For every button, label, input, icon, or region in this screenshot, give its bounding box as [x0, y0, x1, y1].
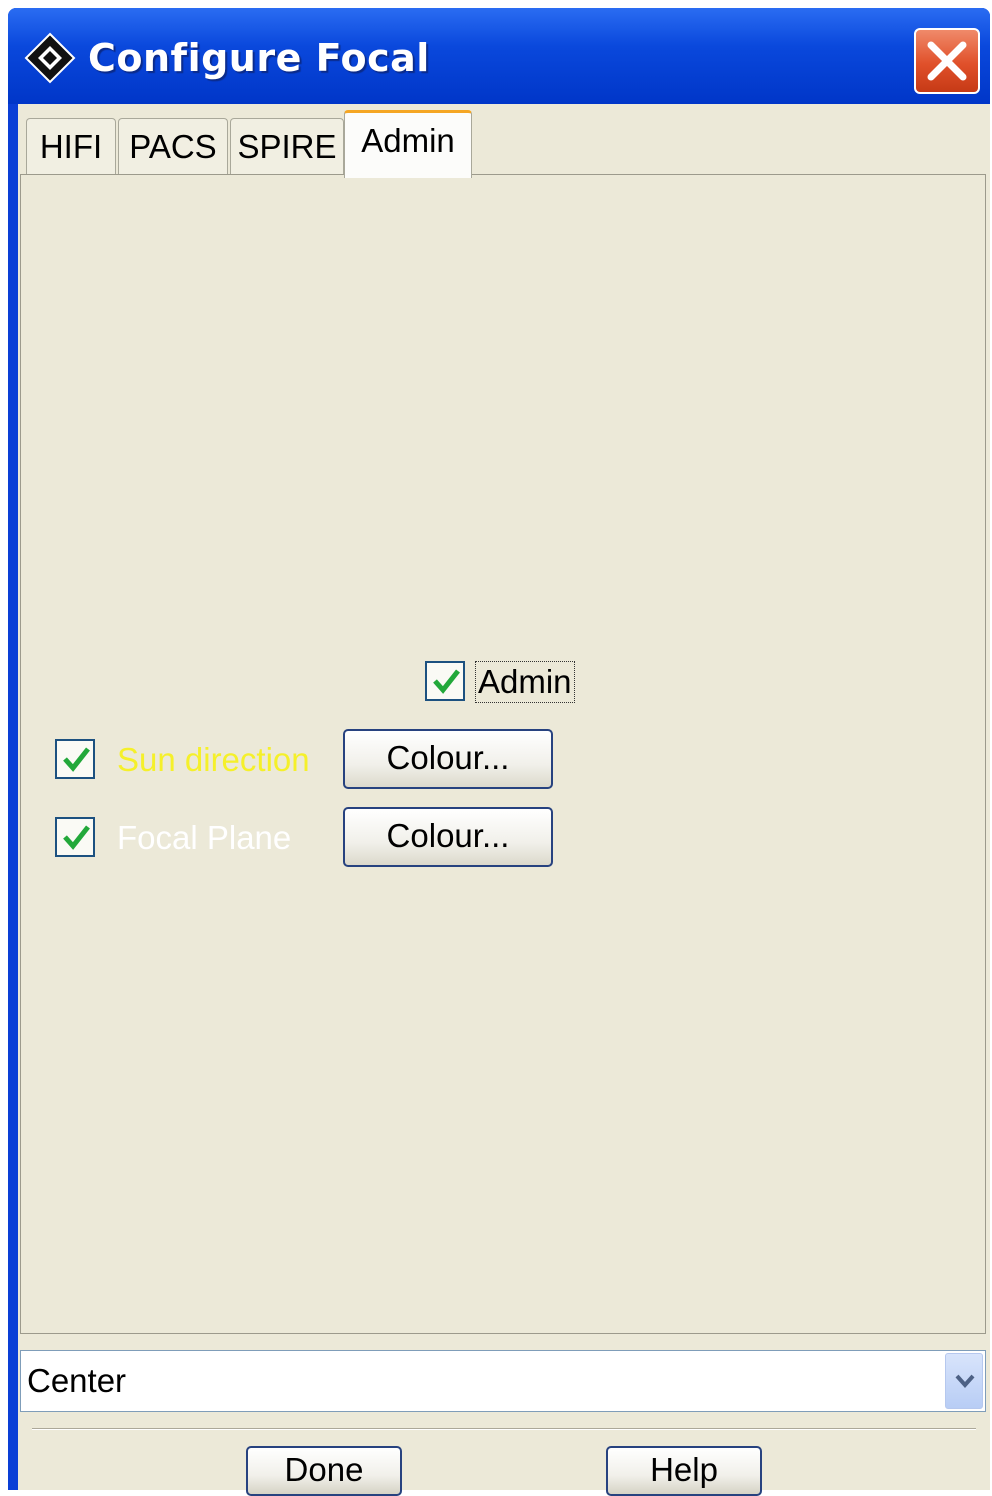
close-button[interactable] — [914, 28, 980, 94]
app-diamond-icon — [24, 32, 76, 84]
checkmark-icon — [63, 825, 90, 850]
dialog-content: HIFI PACS SPIRE Admin Admin Sun directio… — [18, 104, 990, 1496]
admin-checkbox[interactable] — [425, 661, 465, 701]
tab-spire[interactable]: SPIRE — [230, 118, 344, 174]
checkmark-icon — [63, 747, 90, 772]
help-button[interactable]: Help — [606, 1446, 762, 1496]
checkmark-icon — [433, 669, 460, 694]
tab-pacs[interactable]: PACS — [118, 118, 228, 174]
position-select-dropdown-button[interactable] — [945, 1353, 983, 1409]
tab-strip: HIFI PACS SPIRE Admin — [18, 104, 990, 178]
focal-plane-label: Focal Plane — [117, 819, 292, 856]
admin-tab-panel: Admin Sun direction Colour... Focal Plan… — [20, 174, 986, 1334]
admin-checkbox-label[interactable]: Admin — [475, 661, 575, 703]
title-bar[interactable]: Configure Focal — [8, 8, 990, 104]
tab-hifi[interactable]: HIFI — [26, 118, 116, 174]
focal-plane-colour-button[interactable]: Colour... — [343, 807, 553, 867]
sun-direction-colour-button[interactable]: Colour... — [343, 729, 553, 789]
position-select[interactable]: Center — [20, 1350, 986, 1412]
sun-direction-label: Sun direction — [117, 741, 310, 778]
dialog-window: Configure Focal HIFI PACS SPIRE Admin Ad… — [8, 8, 990, 1496]
tab-admin[interactable]: Admin — [344, 110, 472, 178]
position-select-value: Center — [27, 1362, 127, 1399]
footer-separator — [32, 1428, 976, 1430]
close-x-icon — [927, 41, 967, 81]
chevron-down-icon — [955, 1374, 975, 1389]
done-button[interactable]: Done — [246, 1446, 402, 1496]
focal-plane-checkbox[interactable] — [55, 817, 95, 857]
window-title: Configure Focal — [88, 36, 430, 80]
sun-direction-checkbox[interactable] — [55, 739, 95, 779]
